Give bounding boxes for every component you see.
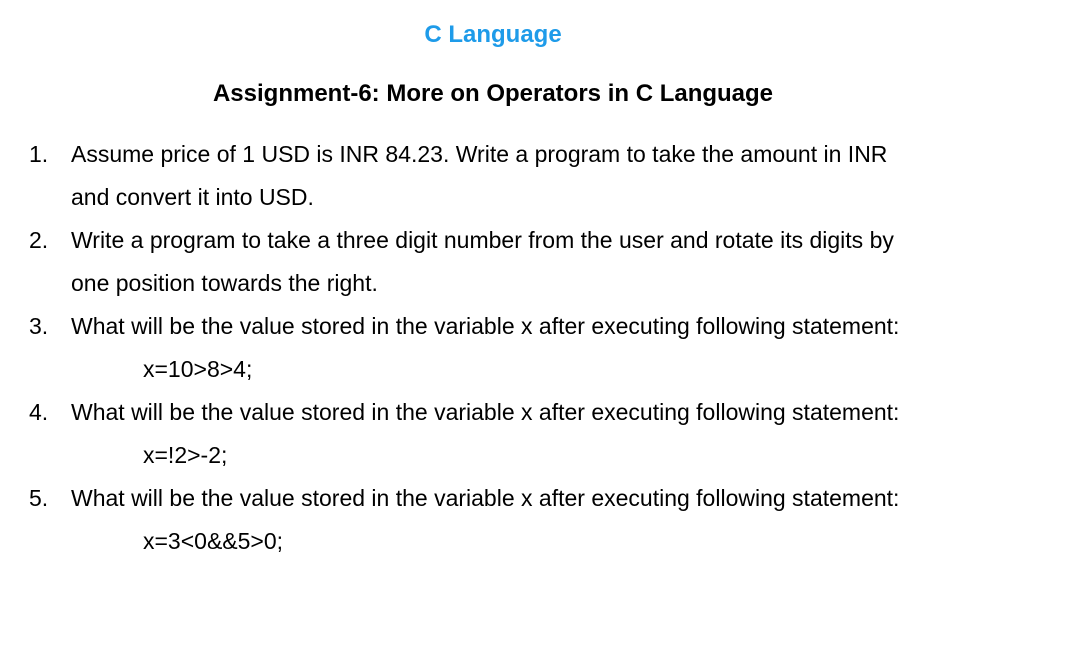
code-statement: x=!2>-2;	[143, 442, 228, 468]
question-list: 1. Assume price of 1 USD is INR 84.23. W…	[0, 133, 899, 563]
assignment-title: Assignment-6: More on Operators in C Lan…	[212, 80, 774, 107]
question-item-5: 5. What will be the value stored in the …	[0, 477, 899, 563]
question-number: 2.	[29, 227, 49, 253]
question-text-line: What will be the value stored in the var…	[71, 313, 900, 339]
question-number: 4.	[29, 399, 49, 425]
code-statement: x=10>8>4;	[143, 356, 253, 382]
question-number: 1.	[29, 141, 49, 167]
question-text-line: and convert it into USD.	[71, 184, 314, 210]
question-item-2: 2. Write a program to take a three digit…	[0, 219, 899, 305]
question-number: 5.	[29, 485, 49, 511]
question-text-line: What will be the value stored in the var…	[71, 399, 900, 425]
question-text-line: What will be the value stored in the var…	[71, 485, 900, 511]
question-item-3: 3. What will be the value stored in the …	[0, 305, 899, 391]
question-item-4: 4. What will be the value stored in the …	[0, 391, 899, 477]
document-page: C Language Assignment-6: More on Operato…	[0, 0, 1080, 651]
code-statement: x=3<0&&5>0;	[143, 528, 284, 554]
question-text-line: one position towards the right.	[71, 270, 378, 296]
question-item-1: 1. Assume price of 1 USD is INR 84.23. W…	[0, 133, 899, 219]
subject-title: C Language	[424, 21, 562, 48]
question-text-line: Assume price of 1 USD is INR 84.23. Writ…	[71, 141, 888, 167]
question-text-line: Write a program to take a three digit nu…	[71, 227, 894, 253]
question-number: 3.	[29, 313, 49, 339]
